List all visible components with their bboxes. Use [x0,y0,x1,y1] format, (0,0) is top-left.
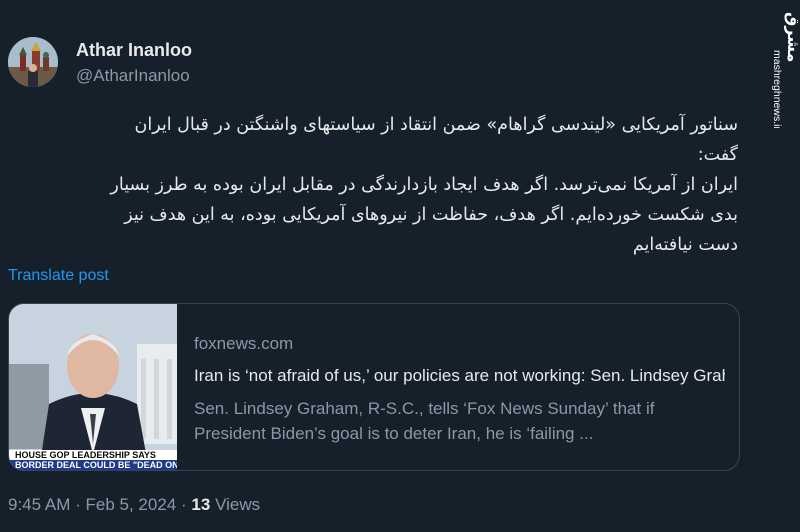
thumb-banner-line: BORDER DEAL COULD BE "DEAD ON [15,460,177,470]
avatar[interactable] [8,37,58,87]
tweet-line: ایران از آمریکا نمی‌ترسد. اگر هدف ایجاد … [110,175,738,195]
watermark-logo-text: مشرق [784,12,798,62]
tweet-time[interactable]: 9:45 AM [8,495,70,514]
tweet-line: دست نیافته‌ایم [632,235,738,255]
card-body: foxnews.com Iran is ‘not afraid of us,’ … [194,334,725,446]
card-description: Sen. Lindsey Graham, R-S.C., tells ‘Fox … [194,396,725,446]
card-description-line: Sen. Lindsey Graham, R-S.C., tells ‘Fox … [194,399,655,418]
avatar-image [8,37,58,87]
mashregh-watermark: مشرق mashreghnews.ir [762,8,800,130]
card-domain: foxnews.com [194,334,294,353]
author-handle[interactable]: @AtharInanloo [76,66,190,86]
meta-separator: · [181,495,187,514]
tweet-line: گفت: [697,145,738,165]
translate-post-link[interactable]: Translate post [8,267,109,285]
card-title[interactable]: Iran is ‘not afraid of us,’ our policies… [194,366,725,386]
views-label: Views [215,495,261,514]
meta-separator: · [75,495,81,514]
views-count: 13 [191,495,211,514]
tweet-date[interactable]: Feb 5, 2024 [86,495,177,514]
link-preview-card[interactable]: HOUSE GOP LEADERSHIP SAYS BORDER DEAL CO… [8,303,740,471]
thumb-banner-line: HOUSE GOP LEADERSHIP SAYS [15,450,156,460]
author-name[interactable]: Athar Inanloo [76,40,192,61]
tweet-meta: 9:45 AM · Feb 5, 2024 · 13 Views [8,495,260,515]
tweet-line: سناتور آمریکایی «لیندسی گراهام» ضمن انتق… [134,115,738,135]
tweet-text: سناتور آمریکایی «لیندسی گراهام» ضمن انتق… [0,110,738,260]
watermark-url: mashreghnews.ir [771,50,783,128]
card-description-line: President Biden’s goal is to deter Iran,… [194,424,594,443]
tweet-line: بدی شکست خورده‌ایم. اگر هدف، حفاظت از نی… [124,205,738,225]
card-thumbnail: HOUSE GOP LEADERSHIP SAYS BORDER DEAL CO… [9,304,177,470]
